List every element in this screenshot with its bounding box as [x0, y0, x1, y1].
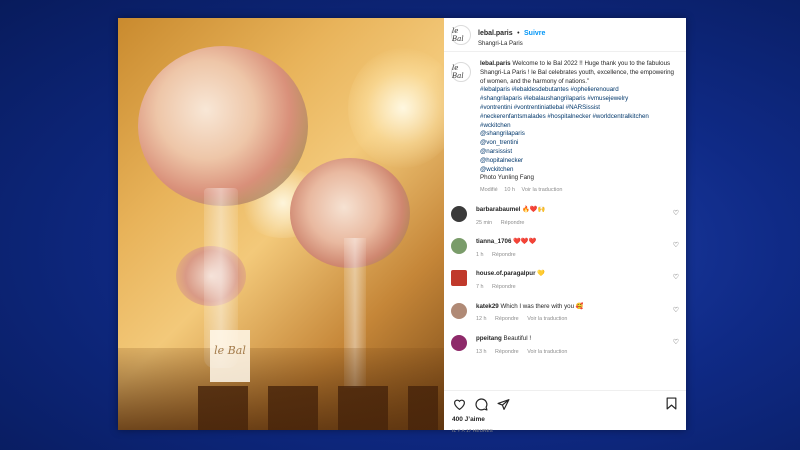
- account-avatar[interactable]: le Bal: [451, 24, 471, 45]
- comment-time: 25 min: [476, 219, 493, 226]
- comment-username[interactable]: katek29: [476, 303, 499, 310]
- comment-text: 🔥❤️🙌: [522, 205, 546, 213]
- flower-bouquet-large: [138, 46, 308, 206]
- translate-link[interactable]: Voir la traduction: [527, 316, 567, 322]
- comment-like-heart-icon[interactable]: ♡: [673, 241, 679, 249]
- comment-icon[interactable]: [474, 397, 488, 411]
- post-header: le Bal lebal.paris • Suivre Shangri-La P…: [444, 18, 686, 52]
- reply-link[interactable]: Répondre: [492, 252, 516, 258]
- reply-link[interactable]: Répondre: [492, 284, 516, 290]
- comment-text: Which I was there with you 🥰: [500, 302, 584, 310]
- post-location[interactable]: Shangri-La Paris: [478, 41, 545, 49]
- follow-button[interactable]: Suivre: [524, 30, 545, 37]
- action-icons: [452, 397, 678, 411]
- share-icon[interactable]: [496, 397, 510, 411]
- caption-avatar[interactable]: le Bal: [451, 62, 471, 82]
- comment-username[interactable]: ppeitang: [476, 335, 502, 342]
- comment-text: 💛: [537, 270, 545, 278]
- comment-username[interactable]: barbarabaumel: [476, 206, 520, 213]
- comment-body: house.of.paragalpur 💛 7 h Répondre: [476, 270, 666, 291]
- caption-time: 10 h: [504, 187, 515, 194]
- header-username[interactable]: lebal.paris: [478, 30, 513, 37]
- post-time-ago: IL Y A 17 HEURES: [452, 428, 493, 433]
- commenter-avatar[interactable]: [451, 270, 467, 287]
- header-separator: •: [517, 29, 520, 37]
- mention[interactable]: @hopitalnecker: [480, 157, 679, 166]
- comment-body: katek29 Which I was there with you 🥰 12 …: [476, 303, 666, 324]
- comment-item: house.of.paragalpur 💛 7 h Répondre ♡: [451, 270, 679, 291]
- comment-meta: 12 h Répondre Voir la traduction: [476, 316, 666, 324]
- translate-link[interactable]: Voir la traduction: [527, 349, 567, 355]
- comment-meta: 7 h Répondre: [476, 284, 666, 292]
- comment-item: katek29 Which I was there with you 🥰 12 …: [451, 302, 679, 324]
- table-card: le Bal: [210, 330, 250, 382]
- comment-like-heart-icon[interactable]: ♡: [673, 273, 679, 281]
- comment-meta: 1 h Répondre: [476, 252, 666, 260]
- commenter-avatar[interactable]: [451, 238, 467, 255]
- caption-body: lebal.paris Welcome to le Bal 2022 !! Hu…: [480, 60, 679, 195]
- hashtags-line-3[interactable]: #vontrentini #vontrentiniatlebal #NARSis…: [480, 104, 679, 113]
- caption-translate-link[interactable]: Voir la traduction: [522, 187, 563, 193]
- comment-username[interactable]: house.of.paragalpur: [476, 270, 535, 277]
- modified-label: Modifié: [480, 187, 498, 194]
- comment-meta: 13 h Répondre Voir la traduction: [476, 349, 666, 357]
- hashtags-line-5[interactable]: #wckitchen: [480, 122, 679, 131]
- photo-credit: Photo Yunling Fang: [480, 174, 534, 182]
- post-actions: 400 J’aime IL Y A 17 HEURES: [444, 390, 686, 433]
- comment-time: 1 h: [476, 251, 484, 258]
- bookmark-icon[interactable]: [666, 397, 678, 411]
- hashtags-line-2[interactable]: #shangrilaparis #lebalaushangrilaparis #…: [480, 95, 679, 104]
- comment-username[interactable]: tianna_1706: [476, 238, 511, 245]
- comment-time: 7 h: [476, 284, 484, 291]
- hashtags-line-1[interactable]: #lebalparis #lebaldesdebutantes #ophelie…: [480, 86, 679, 95]
- caption-meta: Modifié 10 h Voir la traduction: [480, 187, 679, 195]
- commenter-avatar[interactable]: [451, 302, 467, 319]
- mention[interactable]: @wckitchen: [480, 166, 679, 175]
- comment-item: tianna_1706 ❤️❤️❤️ 1 h Répondre ♡: [451, 238, 679, 259]
- heart-icon[interactable]: [452, 397, 466, 411]
- gold-chairs: [198, 386, 438, 430]
- comment-like-heart-icon[interactable]: ♡: [673, 306, 679, 314]
- mention[interactable]: @von_trentini: [480, 139, 679, 148]
- post-image[interactable]: le Bal: [118, 18, 444, 430]
- comment-item: barbarabaumel 🔥❤️🙌 25 min Répondre ♡: [451, 205, 679, 227]
- reply-link[interactable]: Répondre: [495, 316, 519, 322]
- commenter-avatar[interactable]: [451, 334, 467, 351]
- comment-item: ppeitang Beautiful ! 13 h Répondre Voir …: [451, 334, 679, 356]
- comment-like-heart-icon[interactable]: ♡: [673, 338, 679, 346]
- mention[interactable]: @narsissist: [480, 148, 679, 157]
- mention[interactable]: @shangrilaparis: [480, 130, 679, 139]
- comment-time: 12 h: [476, 316, 487, 323]
- comment-like-heart-icon[interactable]: ♡: [673, 209, 679, 217]
- reply-link[interactable]: Répondre: [495, 349, 519, 355]
- comment-meta: 25 min Répondre: [476, 220, 666, 228]
- comment-body: ppeitang Beautiful ! 13 h Répondre Voir …: [476, 335, 666, 356]
- hashtags-line-4[interactable]: #neckerenfantsmalades #hospitalnecker #w…: [480, 113, 679, 122]
- comment-body: barbarabaumel 🔥❤️🙌 25 min Répondre: [476, 206, 666, 227]
- caption-username[interactable]: lebal.paris: [480, 60, 511, 67]
- post-sidebar: le Bal lebal.paris • Suivre Shangri-La P…: [444, 18, 686, 433]
- comment-time: 13 h: [476, 348, 487, 355]
- comment-body: tianna_1706 ❤️❤️❤️ 1 h Répondre: [476, 238, 666, 259]
- instagram-post-card: le Bal le Bal lebal.paris • Suivre Shang…: [118, 18, 686, 433]
- comment-text: ❤️❤️❤️: [513, 238, 537, 246]
- comments-section[interactable]: le Bal lebal.paris Welcome to le Bal 202…: [444, 52, 686, 390]
- reply-link[interactable]: Répondre: [501, 220, 525, 226]
- header-text: lebal.paris • Suivre Shangri-La Paris: [478, 21, 545, 49]
- comment-text: Beautiful !: [503, 334, 532, 342]
- commenter-avatar[interactable]: [451, 205, 467, 222]
- post-caption: le Bal lebal.paris Welcome to le Bal 202…: [451, 60, 679, 195]
- chandelier-glow: [348, 48, 444, 168]
- likes-count[interactable]: 400 J’aime: [452, 416, 678, 423]
